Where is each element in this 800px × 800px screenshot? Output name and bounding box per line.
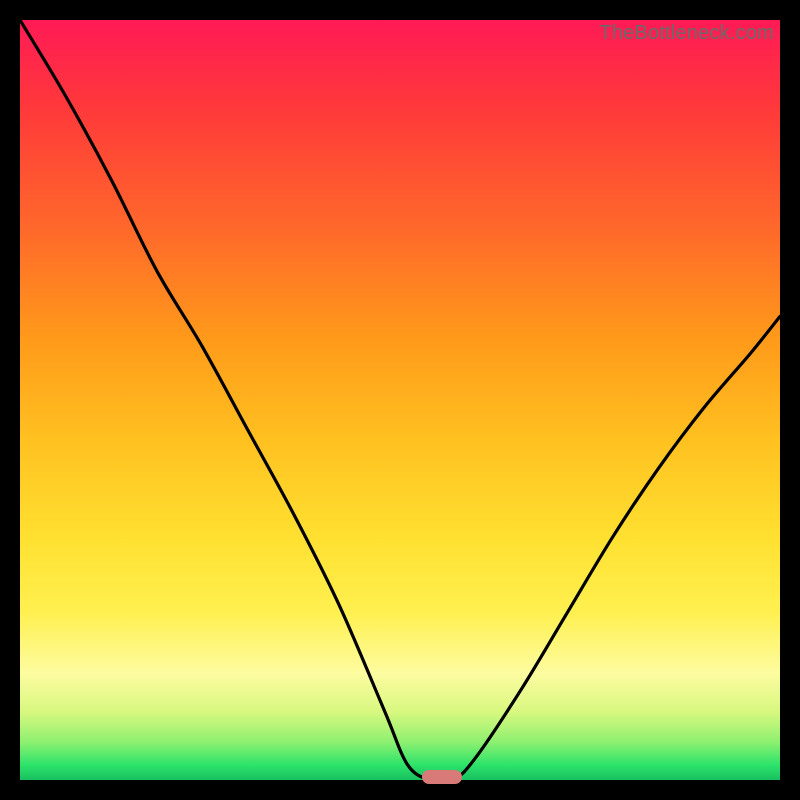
plot-area: TheBottleneck.com [20, 20, 780, 780]
bottleneck-curve [20, 20, 780, 780]
curve-path [20, 20, 780, 780]
chart-frame: TheBottleneck.com [0, 0, 800, 800]
minimum-marker [422, 770, 462, 784]
